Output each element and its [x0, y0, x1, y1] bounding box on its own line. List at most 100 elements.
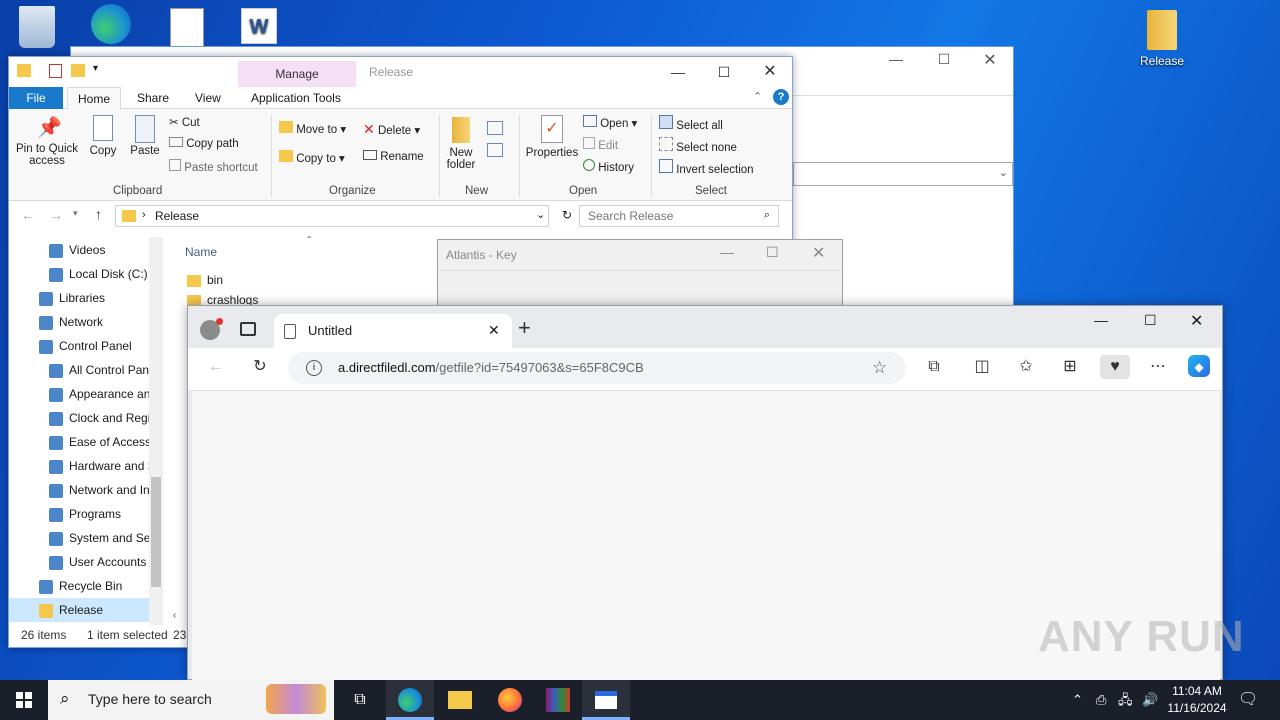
taskbar-winrar[interactable]: [534, 680, 582, 720]
new-folder-button[interactable]: New folder: [443, 117, 479, 171]
address-bar[interactable]: › Release ⌄ ↻: [115, 205, 572, 227]
edit-button[interactable]: Edit: [583, 137, 618, 152]
up-arrow-icon[interactable]: ↑: [95, 206, 102, 222]
tab-home[interactable]: Home: [67, 87, 122, 109]
refresh-icon[interactable]: ↻: [562, 208, 572, 222]
recent-locations-icon[interactable]: ▾: [73, 208, 78, 219]
nav-scrollbar[interactable]: [149, 237, 163, 625]
browser-tab[interactable]: Untitled ✕: [274, 314, 512, 348]
history-button[interactable]: History: [583, 159, 634, 174]
new-folder-quick-icon[interactable]: [71, 64, 85, 77]
sidebar-item[interactable]: Local Disk (C:): [9, 262, 159, 286]
breadcrumb[interactable]: Release: [155, 209, 199, 223]
minimize-button[interactable]: —: [655, 57, 701, 87]
close-button[interactable]: ✕: [1190, 311, 1203, 331]
invert-selection-button[interactable]: Invert selection: [659, 159, 754, 176]
maximize-button[interactable]: ☐: [929, 51, 959, 68]
tab-actions-icon[interactable]: [240, 322, 256, 336]
release-folder-desktop-icon[interactable]: Release: [1126, 10, 1198, 68]
sidebar-item[interactable]: Clock and Region: [9, 406, 159, 430]
site-info-icon[interactable]: i: [306, 360, 322, 376]
open-button[interactable]: Open ▾: [583, 115, 637, 130]
copilot-icon[interactable]: ◆: [1188, 355, 1210, 377]
tab-share[interactable]: Share: [127, 87, 179, 109]
sidebar-item[interactable]: Network: [9, 310, 159, 334]
sidebar-item[interactable]: Appearance and Personalization: [9, 382, 159, 406]
tab-file[interactable]: File: [9, 87, 63, 109]
sidebar-item[interactable]: Release: [9, 598, 159, 622]
more-options-icon[interactable]: ⋯: [1146, 355, 1170, 379]
search-box[interactable]: Search Release ⌕: [579, 205, 779, 227]
tab-view[interactable]: View: [185, 87, 231, 109]
maximize-button[interactable]: ☐: [1144, 312, 1157, 329]
taskbar-edge[interactable]: [386, 680, 434, 720]
start-button[interactable]: [0, 680, 48, 720]
close-button[interactable]: ✕: [747, 57, 793, 87]
search-input[interactable]: Search Release: [588, 209, 673, 223]
customize-quick-access-icon[interactable]: ▾: [93, 63, 98, 74]
split-screen-icon[interactable]: ◫: [970, 355, 994, 379]
task-view-button[interactable]: ⧉: [336, 680, 384, 720]
edge-desktop-icon[interactable]: [76, 4, 146, 48]
collapse-ribbon-icon[interactable]: ⌃: [753, 90, 762, 103]
copy-to-button[interactable]: Copy to ▾: [279, 150, 345, 165]
taskbar-search[interactable]: ⌕ Type here to search: [48, 680, 334, 720]
delete-button[interactable]: ✕ Delete ▾: [363, 121, 420, 138]
favorites-icon[interactable]: ✩: [1014, 355, 1038, 379]
column-header-name[interactable]: Name: [185, 245, 217, 259]
show-hidden-icons[interactable]: ⌃: [1072, 680, 1083, 720]
minimize-button[interactable]: —: [881, 51, 911, 67]
collections-icon[interactable]: ⊞: [1058, 355, 1082, 379]
maximize-button[interactable]: ☐: [701, 57, 747, 87]
taskbar-firefox[interactable]: [486, 680, 534, 720]
cut-button[interactable]: ✂ Cut: [169, 115, 200, 129]
scrollbar-thumb[interactable]: [151, 477, 161, 587]
copy-path-button[interactable]: Copy path: [169, 137, 239, 150]
scroll-left-icon[interactable]: ‹: [173, 610, 176, 621]
tab-application-tools[interactable]: Application Tools: [241, 87, 351, 109]
notification-icon[interactable]: 🗨: [1238, 680, 1258, 720]
new-tab-icon[interactable]: +: [518, 316, 531, 340]
address-bar[interactable]: i a.directfiledl.com/getfile?id=75497063…: [288, 352, 906, 384]
minimize-button[interactable]: —: [720, 244, 734, 260]
close-button[interactable]: ✕: [812, 243, 825, 263]
sidebar-item[interactable]: Programs: [9, 502, 159, 526]
volume-icon[interactable]: 🔊: [1142, 680, 1158, 720]
move-to-button[interactable]: Move to ▾: [279, 121, 346, 136]
properties-button[interactable]: ✓ Properties: [525, 115, 579, 159]
paste-button[interactable]: Paste: [125, 115, 165, 157]
new-item-icon[interactable]: [487, 121, 503, 135]
copy-button[interactable]: Copy: [83, 115, 123, 157]
sidebar-item[interactable]: User Accounts: [9, 550, 159, 574]
dropdown-field[interactable]: ⌄: [793, 162, 1013, 186]
search-input[interactable]: Type here to search: [88, 691, 212, 707]
close-button[interactable]: ✕: [975, 50, 1005, 70]
network-icon[interactable]: 🖧: [1118, 680, 1133, 720]
sidebar-item[interactable]: Recycle Bin: [9, 574, 159, 598]
clock[interactable]: 11:04 AM 11/16/2024: [1164, 683, 1230, 717]
tray-icon[interactable]: ⎙: [1096, 680, 1106, 720]
taskbar-app[interactable]: [582, 680, 630, 720]
taskbar-file-explorer[interactable]: [436, 680, 484, 720]
sidebar-item[interactable]: System and Security: [9, 526, 159, 550]
sidebar-item[interactable]: Videos: [9, 238, 159, 262]
back-arrow-icon[interactable]: ←: [21, 207, 35, 223]
browser-essentials-icon[interactable]: ♥: [1100, 355, 1130, 379]
select-all-button[interactable]: Select all: [659, 115, 723, 132]
help-icon[interactable]: ?: [773, 89, 789, 105]
refresh-icon[interactable]: ↻: [248, 355, 272, 379]
manage-contextual-tab[interactable]: Manage: [238, 61, 356, 87]
maximize-button[interactable]: ☐: [766, 244, 779, 261]
close-tab-icon[interactable]: ✕: [488, 322, 500, 339]
sidebar-item[interactable]: Network and Internet: [9, 478, 159, 502]
sidebar-item[interactable]: Ease of Access: [9, 430, 159, 454]
word-desktop-icon[interactable]: W: [224, 8, 294, 48]
favorite-star-icon[interactable]: ☆: [872, 358, 887, 378]
properties-quick-icon[interactable]: [49, 64, 62, 78]
easy-access-icon[interactable]: [487, 143, 503, 157]
extensions-icon[interactable]: ⧉: [922, 355, 946, 379]
minimize-button[interactable]: —: [1094, 312, 1108, 328]
pin-quick-access-button[interactable]: 📌 Pin to Quick access: [15, 115, 79, 167]
recycle-bin-desktop-icon[interactable]: [2, 6, 72, 52]
paste-shortcut-button[interactable]: Paste shortcut: [169, 159, 258, 174]
